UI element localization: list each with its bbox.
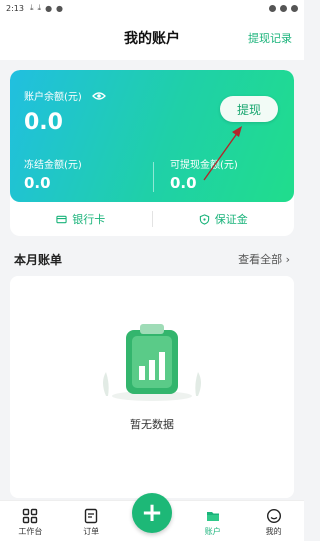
tab-orders-label: 订单 xyxy=(83,527,100,536)
card-icon xyxy=(56,215,67,223)
bank-card-label: 银行卡 xyxy=(72,213,106,226)
status-time: 2:13 xyxy=(6,3,24,13)
tab-workbench-label: 工作台 xyxy=(18,527,43,536)
tab-workbench[interactable]: 工作台 xyxy=(0,508,61,541)
shield-icon xyxy=(199,213,209,225)
plus-icon: + xyxy=(141,498,163,528)
monthly-bill-title: 本月账单 xyxy=(14,252,63,267)
frozen-value: 0.0 xyxy=(24,174,51,192)
deposit-link[interactable]: 保证金 xyxy=(153,211,295,227)
status-bar: 2:13 ⤓ ⤓ ● ● xyxy=(0,0,304,16)
battery-icon xyxy=(291,4,298,12)
balance-card: 账户余额(元) 0.0 提现 冻结金额(元) 0.0 可提现金额(元) 0.0 xyxy=(10,70,294,202)
empty-text: 暂无数据 xyxy=(130,418,174,431)
grid-icon xyxy=(23,508,38,524)
bottom-tab-bar: 工作台 订单 + 账户 我的 xyxy=(0,493,304,541)
available-value: 0.0 xyxy=(170,174,197,192)
download-icon-2: ⤓ xyxy=(37,3,42,12)
card-divider xyxy=(153,162,154,192)
signal-icon xyxy=(280,4,287,12)
wallet-icon xyxy=(206,512,219,521)
tab-mine-label: 我的 xyxy=(265,527,282,536)
balance-value: 0.0 xyxy=(24,110,63,135)
page-title: 我的账户 xyxy=(124,31,180,47)
deposit-label: 保证金 xyxy=(214,213,248,226)
frozen-label: 冻结金额(元) xyxy=(24,160,82,171)
account-card: 账户余额(元) 0.0 提现 冻结金额(元) 0.0 可提现金额(元) 0.0 … xyxy=(10,70,294,236)
available-label: 可提现金额(元) xyxy=(170,160,238,171)
bank-card-link[interactable]: 银行卡 xyxy=(10,211,152,227)
balance-label-row: 账户余额(元) xyxy=(24,88,106,103)
monthly-bill-panel: 暂无数据 xyxy=(10,276,294,498)
empty-data-illustration xyxy=(103,324,201,401)
view-all-label: 查看全部 xyxy=(238,253,283,266)
add-button[interactable]: + xyxy=(131,493,172,533)
eye-icon[interactable] xyxy=(91,91,106,101)
tab-orders[interactable]: 订单 xyxy=(61,508,122,541)
view-all-link[interactable]: 查看全部 › xyxy=(238,251,290,267)
order-icon xyxy=(84,508,98,524)
wifi-icon xyxy=(269,4,276,12)
notification-icon: ● xyxy=(45,3,53,13)
tab-mine[interactable]: 我的 xyxy=(243,508,304,541)
tab-account[interactable]: 账户 xyxy=(182,508,243,541)
card-links: 银行卡 保证金 xyxy=(10,202,294,236)
balance-label: 账户余额(元) xyxy=(24,92,82,103)
withdraw-record-link[interactable]: 提现记录 xyxy=(248,30,292,46)
tab-add[interactable]: + xyxy=(122,493,183,541)
top-bar: 我的账户 提现记录 xyxy=(0,16,304,60)
withdraw-button[interactable]: 提现 xyxy=(220,96,278,122)
download-icon: ⤓ xyxy=(29,3,34,12)
face-icon xyxy=(266,508,281,524)
tab-account-label: 账户 xyxy=(204,527,221,536)
monthly-bill-header: 本月账单 查看全部 › xyxy=(10,244,294,274)
alert-icon: ● xyxy=(56,3,64,13)
